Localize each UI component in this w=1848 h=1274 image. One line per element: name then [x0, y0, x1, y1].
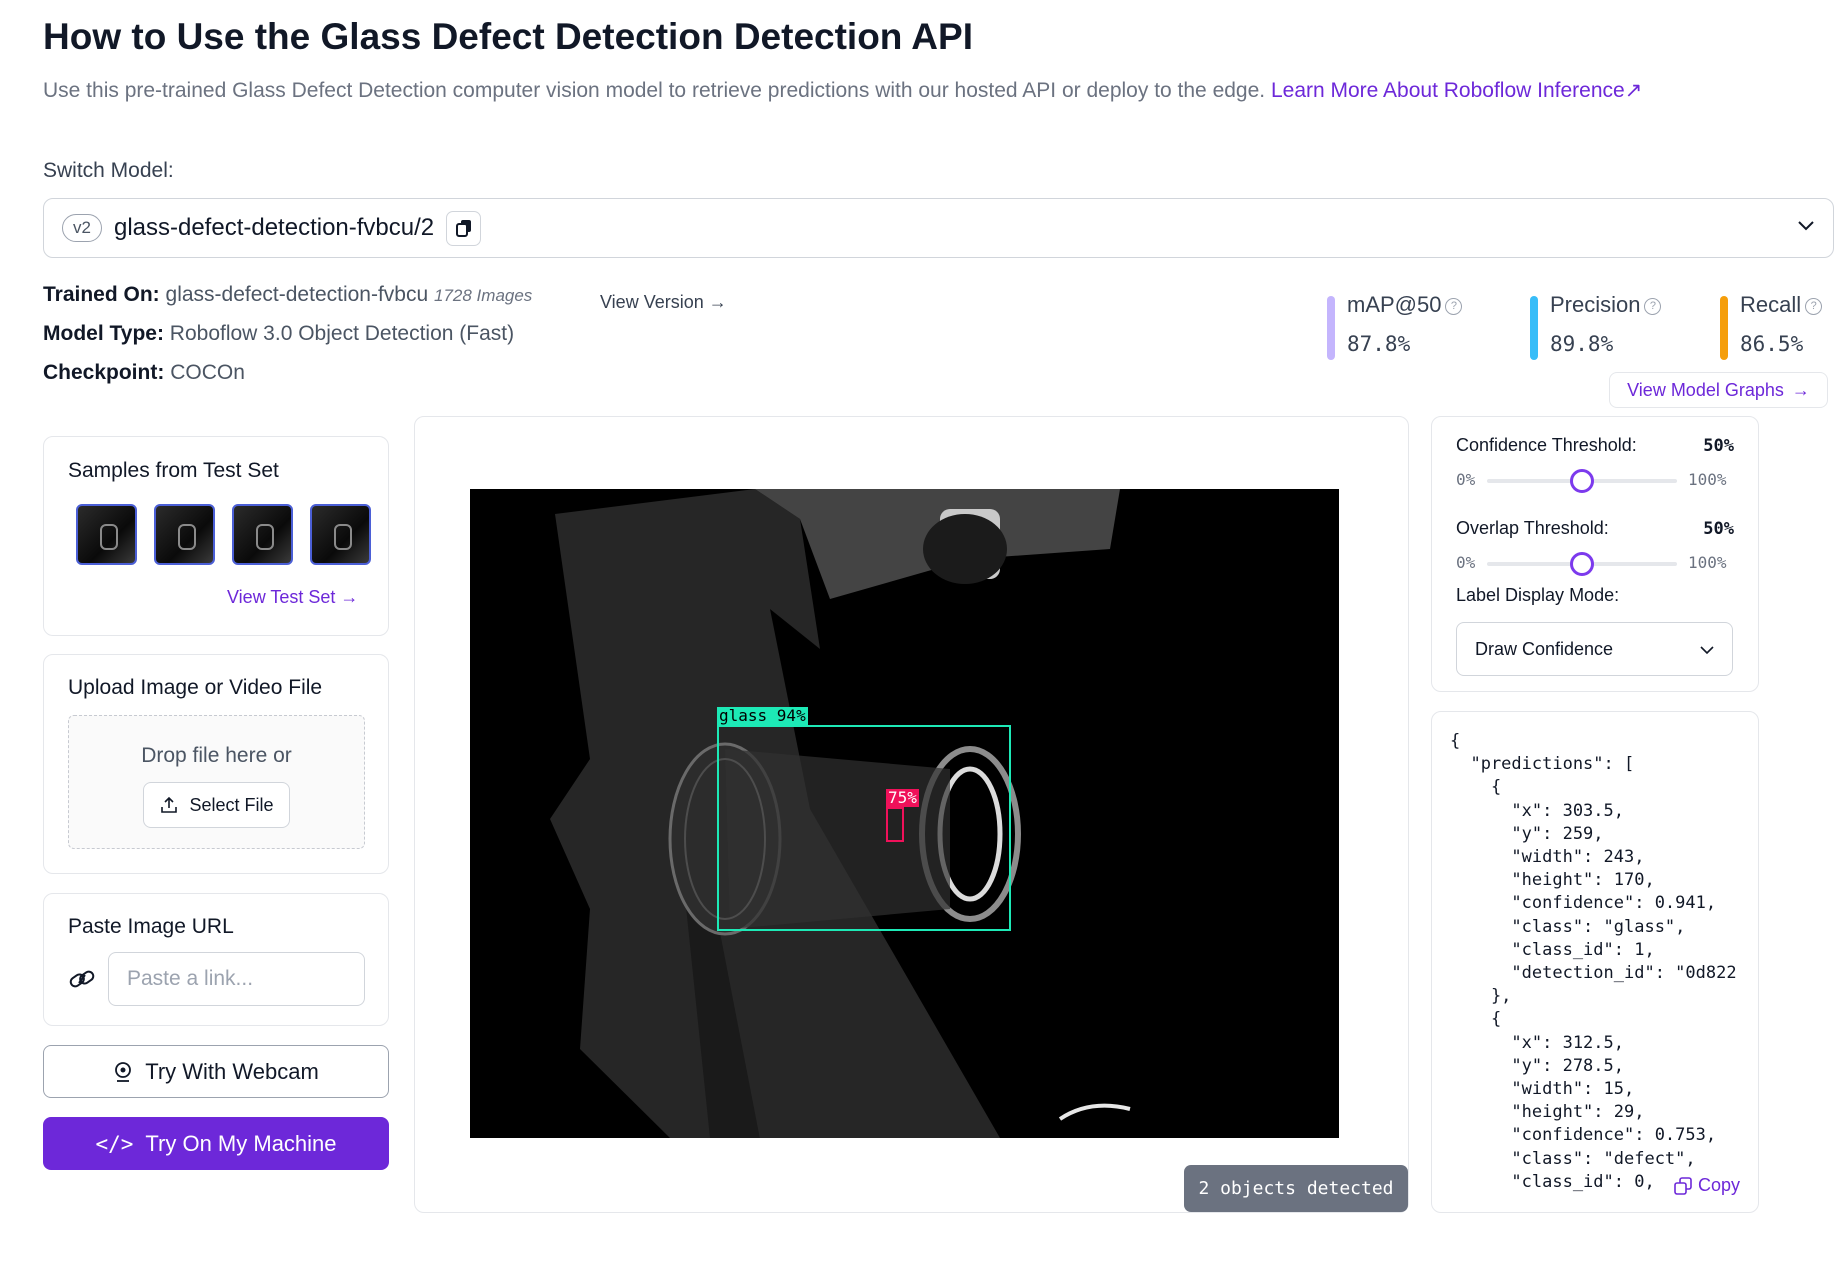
model-select[interactable]: v2 glass-defect-detection-fvbcu/2 — [43, 198, 1834, 258]
model-type-label: Model Type: — [43, 322, 164, 345]
learn-more-label: Learn More About Roboflow Inference — [1270, 79, 1625, 102]
drop-text: Drop file here or — [141, 744, 292, 767]
arrow-right-icon: → — [340, 587, 359, 607]
upload-title: Upload Image or Video File — [68, 676, 323, 699]
overlap-slider[interactable] — [1487, 552, 1677, 576]
json-output-card: { "predictions": [ { "x": 303.5, "y": 25… — [1431, 711, 1759, 1213]
sample-thumbnail[interactable] — [232, 504, 293, 565]
inference-image: glass 94% 75% — [470, 489, 1339, 1138]
help-icon[interactable]: ? — [1445, 297, 1463, 315]
help-icon[interactable]: ? — [1644, 297, 1662, 315]
view-version-link[interactable]: View Version → — [600, 292, 727, 313]
model-type-row: Model Type: Roboflow 3.0 Object Detectio… — [43, 322, 514, 346]
slider-max-label: 100% — [1688, 470, 1727, 489]
webcam-icon — [115, 1061, 132, 1082]
select-file-button[interactable]: Select File — [143, 782, 290, 828]
controls-card: Confidence Threshold: 50% 0% 100% Overla… — [1431, 416, 1759, 692]
confidence-slider[interactable] — [1487, 469, 1677, 493]
view-version-label: View Version — [600, 292, 704, 312]
help-icon[interactable]: ? — [1805, 297, 1823, 315]
metric-name-text: Precision — [1550, 292, 1641, 317]
metric-value: 87.8% — [1347, 332, 1411, 356]
overlap-threshold-label: Overlap Threshold: — [1456, 518, 1609, 538]
confidence-threshold-value: 50% — [1703, 436, 1734, 456]
detection-label-glass: glass 94% — [717, 706, 808, 725]
sample-thumbnail[interactable] — [310, 504, 371, 565]
sample-thumbnail[interactable] — [154, 504, 215, 565]
view-model-graphs-label: View Model Graphs — [1627, 379, 1784, 400]
view-test-set-link[interactable]: View Test Set → — [227, 587, 358, 608]
page-subtitle: Use this pre-trained Glass Defect Detect… — [43, 78, 1642, 103]
detection-label-defect: 75% — [886, 788, 919, 807]
link-icon — [68, 968, 96, 995]
metric-color-bar — [1530, 296, 1538, 360]
detection-box-defect — [886, 807, 904, 842]
metric-name: Recall? — [1740, 292, 1823, 318]
metric-value: 89.8% — [1550, 332, 1614, 356]
label-display-mode-value: Draw Confidence — [1475, 638, 1614, 659]
chevron-down-icon — [1797, 219, 1815, 237]
slider-min-label: 0% — [1456, 553, 1476, 572]
slider-max-label: 100% — [1688, 553, 1727, 572]
image-count: 1728 Images — [434, 286, 533, 305]
version-badge: v2 — [62, 214, 102, 242]
confidence-threshold-label: Confidence Threshold: — [1456, 435, 1637, 455]
trained-on-value: glass-defect-detection-fvbcu — [165, 283, 429, 306]
view-test-set-label: View Test Set — [227, 587, 336, 607]
file-dropzone[interactable]: Drop file here or Select File — [68, 715, 365, 849]
copy-model-id-button[interactable] — [446, 210, 482, 246]
copy-label: Copy — [1697, 1175, 1740, 1195]
switch-model-label: Switch Model: — [43, 159, 174, 182]
label-display-mode-label: Label Display Mode: — [1456, 585, 1620, 605]
metric-name: Precision? — [1550, 292, 1662, 318]
metric-name-text: Recall — [1740, 292, 1802, 317]
select-file-label: Select File — [189, 794, 274, 815]
overlap-threshold-value: 50% — [1703, 519, 1734, 539]
slider-min-label: 0% — [1456, 470, 1476, 489]
metric-value: 86.5% — [1740, 332, 1804, 356]
try-on-machine-button[interactable]: </> Try On My Machine — [43, 1117, 389, 1170]
samples-title: Samples from Test Set — [68, 459, 279, 482]
try-on-machine-label: Try On My Machine — [145, 1130, 337, 1156]
label-display-mode-select[interactable]: Draw Confidence — [1456, 622, 1733, 676]
try-webcam-label: Try With Webcam — [145, 1058, 319, 1084]
copy-json-button[interactable]: Copy — [1669, 1175, 1744, 1196]
metric-name-text: mAP@50 — [1347, 292, 1442, 317]
slider-handle[interactable] — [1570, 469, 1594, 493]
learn-more-link[interactable]: Learn More About Roboflow Inference↗ — [1271, 79, 1642, 102]
arrow-right-icon: → — [708, 292, 727, 312]
sample-thumbnail[interactable] — [76, 504, 137, 565]
page-title: How to Use the Glass Defect Detection De… — [43, 16, 973, 57]
slider-handle[interactable] — [1570, 552, 1594, 576]
upload-card: Upload Image or Video File Drop file her… — [43, 654, 389, 874]
upload-icon — [161, 796, 178, 813]
trained-on-label: Trained On: — [43, 283, 160, 306]
samples-card: Samples from Test Set View Test Set → — [43, 436, 389, 636]
try-webcam-button[interactable]: Try With Webcam — [43, 1045, 389, 1098]
detection-box-glass — [717, 725, 1011, 931]
arrow-right-icon: → — [1791, 379, 1810, 400]
model-type-value: Roboflow 3.0 Object Detection (Fast) — [169, 322, 515, 345]
json-output: { "predictions": [ { "x": 303.5, "y": 25… — [1450, 731, 1737, 1192]
inference-result-card: glass 94% 75% 2 objects detected — [414, 416, 1409, 1213]
metric-name: mAP@50? — [1347, 292, 1463, 318]
model-name: glass-defect-detection-fvbcu/2 — [113, 214, 435, 241]
paste-url-title: Paste Image URL — [68, 915, 234, 938]
checkpoint-value: COCOn — [170, 361, 245, 384]
external-link-icon: ↗ — [1624, 79, 1643, 102]
code-icon: </> — [95, 1131, 134, 1156]
copy-icon — [455, 220, 471, 237]
objects-detected-badge: 2 objects detected — [1184, 1165, 1408, 1212]
view-model-graphs-button[interactable]: View Model Graphs → — [1609, 372, 1828, 408]
metric-color-bar — [1327, 296, 1335, 360]
metric-color-bar — [1720, 296, 1728, 360]
subtitle-text: Use this pre-trained Glass Defect Detect… — [43, 79, 1266, 102]
checkpoint-row: Checkpoint: COCOn — [43, 361, 245, 385]
chevron-down-icon — [1700, 639, 1714, 660]
checkpoint-label: Checkpoint: — [43, 361, 165, 384]
trained-on-row: Trained On: glass-defect-detection-fvbcu… — [43, 283, 532, 307]
paste-url-card: Paste Image URL Paste a link... — [43, 893, 389, 1026]
image-url-input[interactable]: Paste a link... — [108, 952, 365, 1006]
copy-icon — [1674, 1176, 1692, 1195]
